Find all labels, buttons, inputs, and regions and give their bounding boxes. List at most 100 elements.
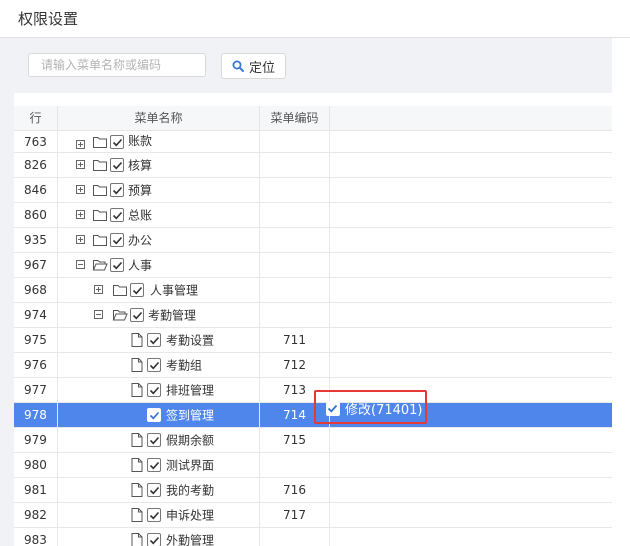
column-header-line[interactable]: 行 xyxy=(14,106,58,130)
row-name-cell[interactable]: 考勤设置 xyxy=(58,328,260,352)
row-name-cell[interactable]: 测试界面 xyxy=(58,453,260,477)
table-row[interactable]: 935 办公 xyxy=(14,228,612,253)
table-row[interactable]: 860 总账 xyxy=(14,203,612,228)
row-name-cell[interactable]: 人事管理 xyxy=(58,278,260,302)
expand-icon[interactable] xyxy=(76,160,85,169)
locate-button[interactable]: 定位 xyxy=(221,53,286,79)
table-row[interactable]: 974 考勤管理 xyxy=(14,303,612,328)
menu-code-cell: 716 xyxy=(260,478,330,502)
menu-checkbox[interactable] xyxy=(147,458,161,472)
menu-checkbox[interactable] xyxy=(147,358,161,372)
row-name-cell[interactable]: 考勤组 xyxy=(58,353,260,377)
permission-checkbox[interactable] xyxy=(326,401,340,416)
table-row[interactable]: 977 排班管理 713 xyxy=(14,378,612,403)
table-row[interactable]: 983 外勤管理 xyxy=(14,528,612,546)
menu-checkbox[interactable] xyxy=(147,508,161,522)
permission-cell xyxy=(330,528,612,546)
check-icon xyxy=(149,361,160,370)
expand-icon[interactable] xyxy=(76,210,85,219)
row-name-cell[interactable]: 排班管理 xyxy=(58,378,260,402)
file-icon xyxy=(129,382,145,398)
column-header-code[interactable]: 菜单编码 xyxy=(260,106,330,130)
menu-checkbox[interactable] xyxy=(110,233,124,247)
row-name-cell[interactable]: 核算 xyxy=(58,153,260,177)
menu-checkbox[interactable] xyxy=(147,483,161,497)
row-name-cell[interactable]: 我的考勤 xyxy=(58,478,260,502)
table-row[interactable]: 979 假期余额 715 xyxy=(14,428,612,453)
check-icon xyxy=(149,486,160,495)
table-row[interactable]: 976 考勤组 712 xyxy=(14,353,612,378)
expand-icon[interactable] xyxy=(76,140,85,149)
table-row[interactable]: 763 账款 xyxy=(14,131,612,153)
table-row[interactable]: 968 人事管理 xyxy=(14,278,612,303)
row-name-cell[interactable]: 办公 xyxy=(58,228,260,252)
row-name-cell[interactable]: 考勤管理 xyxy=(58,303,260,327)
row-name-cell[interactable]: 账款 xyxy=(58,131,260,152)
menu-checkbox[interactable] xyxy=(130,308,144,322)
menu-checkbox[interactable] xyxy=(147,333,161,347)
expand-icon[interactable] xyxy=(94,285,103,294)
table-row[interactable]: 967 人事 xyxy=(14,253,612,278)
menu-checkbox[interactable] xyxy=(130,283,144,297)
menu-name-label: 外勤管理 xyxy=(166,533,215,546)
menu-checkbox[interactable] xyxy=(147,433,161,447)
collapse-icon[interactable] xyxy=(76,260,85,269)
file-icon xyxy=(129,332,145,348)
table-row[interactable]: 826 核算 xyxy=(14,153,612,178)
menu-checkbox[interactable] xyxy=(147,408,161,422)
check-icon xyxy=(112,161,123,170)
check-icon xyxy=(112,138,123,147)
table-row[interactable]: 978 签到管理 714 xyxy=(14,403,612,428)
menu-checkbox[interactable] xyxy=(147,533,161,546)
menu-checkbox[interactable] xyxy=(110,258,124,272)
row-name-cell[interactable]: 人事 xyxy=(58,253,260,277)
row-name-cell[interactable]: 申诉处理 xyxy=(58,503,260,527)
menu-code-cell xyxy=(260,178,330,202)
permission-cell xyxy=(330,328,612,352)
check-icon xyxy=(149,411,160,420)
expand-icon[interactable] xyxy=(76,235,85,244)
table-row[interactable]: 975 考勤设置 711 xyxy=(14,328,612,353)
row-name-cell[interactable]: 假期余额 xyxy=(58,428,260,452)
search-input[interactable] xyxy=(28,53,206,77)
row-name-cell[interactable]: 总账 xyxy=(58,203,260,227)
table-row[interactable]: 980 测试界面 xyxy=(14,453,612,478)
table-row[interactable]: 982 申诉处理 717 xyxy=(14,503,612,528)
row-name-cell[interactable]: 外勤管理 xyxy=(58,528,260,546)
permission-cell xyxy=(330,503,612,527)
menu-code-cell: 712 xyxy=(260,353,330,377)
menu-name-label: 总账 xyxy=(128,208,153,223)
table-row[interactable]: 846 预算 xyxy=(14,178,612,203)
permission-label: 修改(71401) xyxy=(345,403,423,418)
row-name-cell[interactable]: 预算 xyxy=(58,178,260,202)
menu-name-label: 预算 xyxy=(128,183,153,198)
permission-cell xyxy=(330,478,612,502)
row-line-number: 935 xyxy=(14,228,58,252)
row-line-number: 977 xyxy=(14,378,58,402)
check-icon xyxy=(112,261,123,270)
scrollbar-track[interactable] xyxy=(612,38,630,546)
check-icon xyxy=(149,511,160,520)
locate-button-label: 定位 xyxy=(248,60,275,76)
menu-checkbox[interactable] xyxy=(110,208,124,222)
table-row[interactable]: 981 我的考勤 716 xyxy=(14,478,612,503)
folder-open-icon xyxy=(112,307,128,323)
permission-cell xyxy=(330,353,612,377)
row-name-cell[interactable]: 签到管理 xyxy=(58,403,260,427)
expand-icon[interactable] xyxy=(76,185,85,194)
menu-checkbox[interactable] xyxy=(110,135,124,149)
table-header: 行 菜单名称 菜单编码 xyxy=(14,106,612,131)
folder-icon xyxy=(92,134,108,150)
column-header-name[interactable]: 菜单名称 xyxy=(58,106,260,130)
file-icon xyxy=(129,507,145,523)
collapse-icon[interactable] xyxy=(94,310,103,319)
row-line-number: 978 xyxy=(14,403,58,427)
folder-open-icon xyxy=(92,257,108,273)
menu-checkbox[interactable] xyxy=(110,158,124,172)
permission-highlight[interactable]: 修改(71401) xyxy=(314,390,427,424)
row-line-number: 976 xyxy=(14,353,58,377)
menu-checkbox[interactable] xyxy=(110,183,124,197)
search-icon xyxy=(232,60,244,72)
menu-code-cell xyxy=(260,228,330,252)
menu-checkbox[interactable] xyxy=(147,383,161,397)
